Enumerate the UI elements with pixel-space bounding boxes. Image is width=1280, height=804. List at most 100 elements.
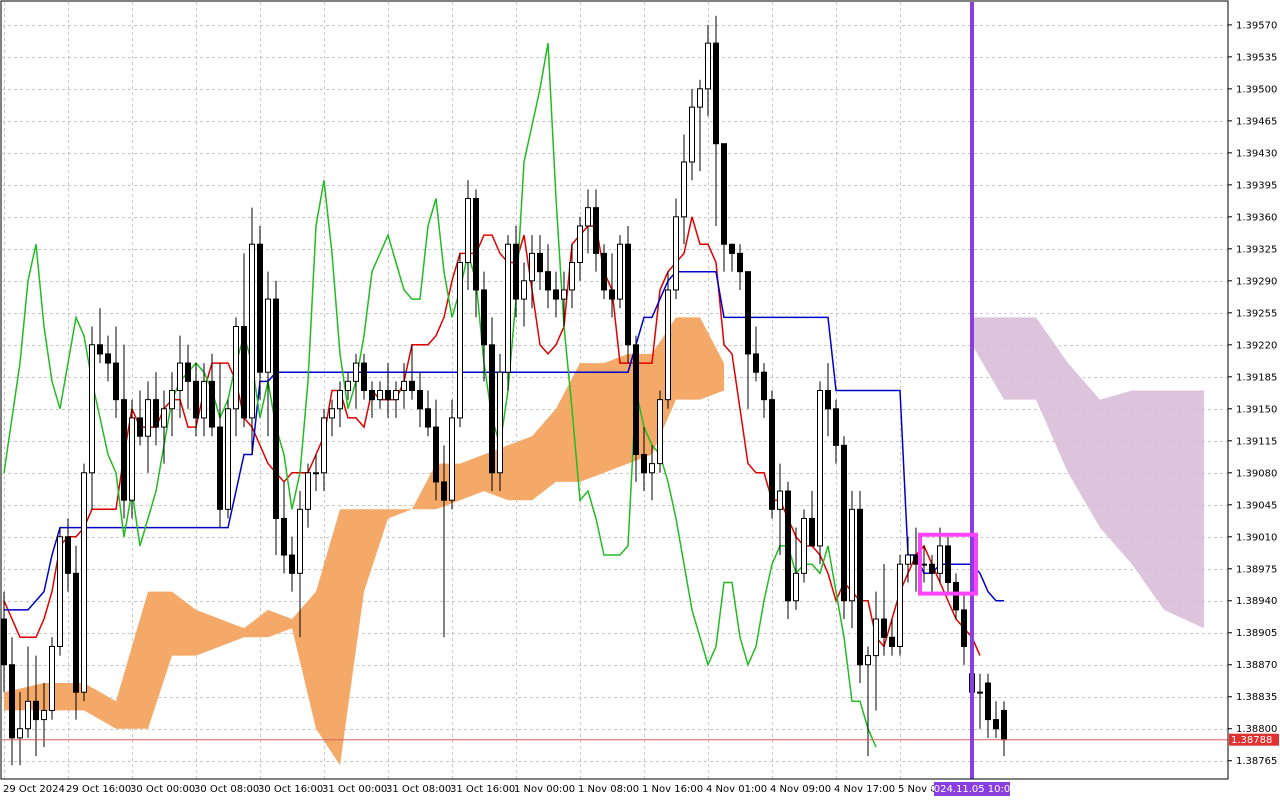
candle-body-up — [569, 262, 575, 291]
current-price-label: 1.38788 — [1231, 735, 1272, 746]
candle — [273, 280, 279, 556]
candle-body-up — [801, 517, 807, 574]
candle — [49, 637, 55, 720]
candle-body-up — [345, 380, 351, 392]
x-tick-label: 1 Nov 16:00 — [642, 784, 703, 795]
candle-body-down — [889, 636, 895, 647]
candle-body-up — [177, 362, 183, 392]
y-tick-label: 1.39045 — [1236, 500, 1277, 511]
y-tick-label: 1.39360 — [1236, 212, 1277, 223]
candle-body-up — [897, 563, 903, 647]
x-tick-label: 4 Nov 09:00 — [770, 784, 831, 795]
chart-svg: 1.39570 1.39535 1.39500 1.39465 1.39430 1.393… — [0, 0, 1280, 800]
x-tick-label: 30 Oct 16:00 — [258, 784, 323, 795]
candle-body-down — [193, 380, 199, 419]
y-tick-label: 1.39010 — [1236, 532, 1277, 543]
candle-body-up — [297, 508, 303, 574]
y-tick-label: 1.39430 — [1236, 148, 1277, 159]
candle — [505, 235, 511, 391]
candle — [617, 235, 623, 309]
candle-body-down — [1001, 709, 1007, 741]
candle — [817, 381, 823, 565]
candle-body-up — [681, 161, 687, 218]
x-tick-label: 4 Nov 17:00 — [834, 784, 895, 795]
candle-body-down — [729, 243, 735, 254]
candle-body-up — [393, 390, 399, 401]
x-tick-label: 1 Nov 08:00 — [578, 784, 639, 795]
y-tick-label: 1.39255 — [1236, 308, 1277, 319]
candle-body-down — [633, 344, 639, 455]
candle-body-down — [857, 508, 863, 666]
candle-body-down — [537, 252, 543, 273]
candle — [857, 491, 863, 684]
price-chart[interactable]: 1.39570 1.39535 1.39500 1.39465 1.39430 1.393… — [0, 0, 1280, 800]
candle-body-down — [745, 271, 751, 355]
candle-body-down — [593, 207, 599, 254]
candle-body-up — [673, 216, 679, 291]
candle — [81, 463, 87, 702]
y-tick-label: 1.39290 — [1236, 276, 1277, 287]
candle — [497, 353, 503, 492]
candle-body-down — [9, 664, 15, 739]
candle-body-down — [753, 353, 759, 373]
candle-body-up — [169, 390, 175, 410]
y-tick-label: 1.39500 — [1236, 84, 1277, 95]
candle-body-down — [737, 252, 743, 273]
candle-body-down — [713, 42, 719, 145]
candle-body-up — [921, 563, 927, 566]
candle-body-up — [865, 655, 871, 666]
candle — [769, 390, 775, 519]
candle-body-up — [449, 417, 455, 501]
candle-body-up — [129, 417, 135, 501]
candle-body-down — [545, 271, 551, 291]
candle-body-up — [161, 408, 167, 428]
candle-body-down — [369, 390, 375, 401]
candle-body-up — [937, 545, 943, 574]
candle-body-up — [313, 472, 319, 475]
candle-body-down — [553, 289, 559, 300]
candle-body-up — [497, 371, 503, 474]
candle-body-down — [761, 371, 767, 401]
candle-body-up — [617, 243, 623, 300]
candle — [625, 225, 631, 364]
candle-body-up — [577, 225, 583, 264]
x-tick-label: 29 Oct 2024 — [3, 784, 65, 795]
candle-body-up — [233, 326, 239, 410]
x-tick-label: 31 Oct 00:00 — [322, 784, 387, 795]
y-tick-label: 1.38835 — [1236, 692, 1277, 703]
y-tick-label: 1.38975 — [1236, 564, 1277, 575]
candle-body-up — [705, 42, 711, 90]
candle-body-down — [185, 362, 191, 382]
candle-body-up — [873, 618, 879, 657]
candle-body-up — [505, 243, 511, 373]
candle-body-up — [465, 198, 471, 264]
candle-body-down — [361, 362, 367, 392]
y-tick-label: 1.39185 — [1236, 372, 1277, 383]
candle-body-up — [665, 289, 671, 401]
candle-body-up — [521, 280, 527, 300]
candle-body-down — [241, 326, 247, 419]
candle-body-up — [401, 380, 407, 392]
candle-body-up — [321, 417, 327, 474]
y-tick-label: 1.39325 — [1236, 244, 1277, 255]
candle-body-up — [817, 390, 823, 547]
candle-body-down — [985, 682, 991, 721]
candle-body-up — [17, 728, 23, 739]
candle — [841, 436, 847, 620]
candle-body-down — [257, 243, 263, 373]
x-tick-label: 30 Oct 08:00 — [194, 784, 259, 795]
candle-body-down — [881, 618, 887, 638]
candle-body-down — [209, 380, 215, 428]
candle — [249, 207, 255, 455]
candle-body-down — [809, 517, 815, 547]
candle-body-down — [513, 243, 519, 300]
candle-body-down — [489, 344, 495, 474]
candle-body-down — [417, 390, 423, 410]
y-tick-label: 1.39150 — [1236, 404, 1277, 415]
candle-body-up — [353, 362, 359, 382]
candle — [897, 555, 903, 656]
candle-body-down — [113, 362, 119, 401]
y-tick-label: 1.39080 — [1236, 468, 1277, 479]
candle-body-down — [153, 399, 159, 428]
candle-body-down — [721, 143, 727, 245]
